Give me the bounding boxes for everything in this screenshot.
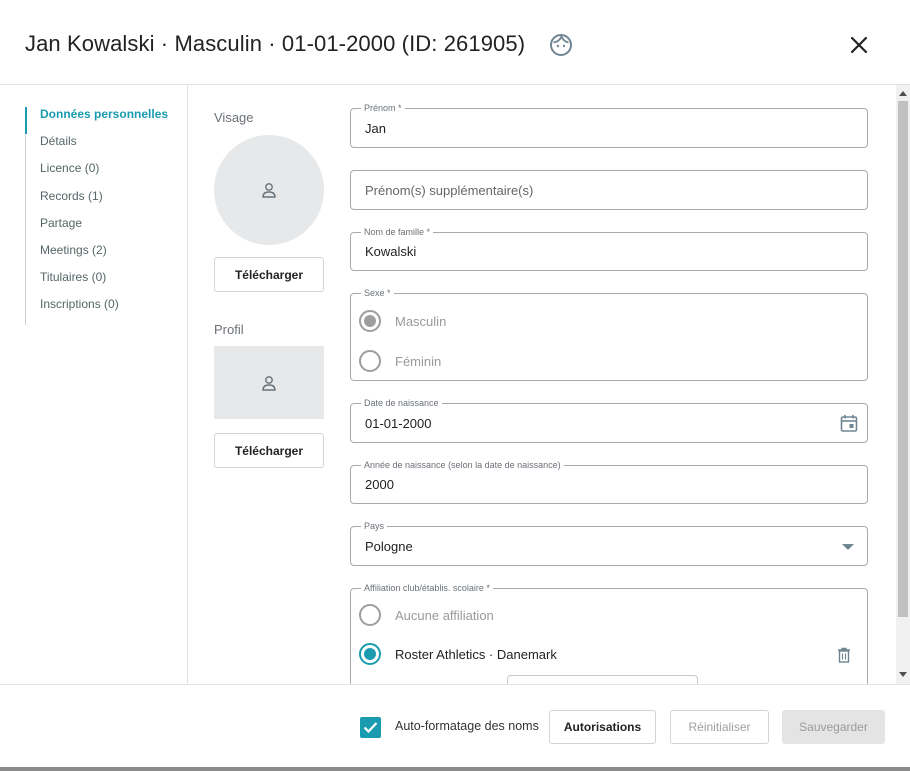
birth-date-value: 01-01-2000 <box>365 416 432 431</box>
nav-item-meetings[interactable]: Meetings (2) <box>26 243 168 270</box>
window-bottom-edge <box>0 767 910 771</box>
section-nav: Données personnelles Détails Licence (0)… <box>0 85 188 685</box>
face-photo-placeholder <box>214 135 324 245</box>
nav-item-sharing[interactable]: Partage <box>26 216 168 243</box>
close-icon <box>850 36 868 54</box>
checkmark-icon <box>363 722 378 734</box>
radio-female[interactable] <box>359 350 381 372</box>
sex-option-male[interactable]: Masculin <box>359 309 446 333</box>
sex-legend: Sexe * <box>361 288 394 299</box>
profile-label: Profil <box>214 322 244 337</box>
autoformat-checkbox[interactable] <box>360 717 381 738</box>
nav-list: Données personnelles Détails Licence (0)… <box>24 107 168 325</box>
dialog-title: Jan Kowalski · Masculin · 01-01-2000 (ID… <box>25 31 526 56</box>
extra-names-field[interactable]: Prénom(s) supplémentaire(s) <box>350 170 868 210</box>
nav-item-registrations[interactable]: Inscriptions (0) <box>26 297 168 324</box>
person-icon <box>262 183 276 198</box>
affiliation-option-club[interactable]: Roster Athletics · Danemark <box>359 642 557 666</box>
affiliation-option-none[interactable]: Aucune affiliation <box>359 603 494 627</box>
permissions-button[interactable]: Autorisations <box>549 710 656 744</box>
birth-year-value: 2000 <box>365 477 394 492</box>
radio-club-affiliation[interactable] <box>359 643 381 665</box>
birth-year-legend: Année de naissance (selon la date de nai… <box>361 460 564 471</box>
profile-photo-placeholder <box>214 346 324 419</box>
last-name-field[interactable]: Nom de famille * Kowalski <box>350 227 868 271</box>
form-scrollbar[interactable] <box>896 85 910 685</box>
last-name-legend: Nom de famille * <box>361 227 434 238</box>
country-legend: Pays <box>361 521 388 532</box>
affiliation-legend: Affiliation club/établis. scolaire * <box>361 583 493 594</box>
autoformat-label: Auto-formatage des noms <box>395 719 539 733</box>
close-button[interactable] <box>844 30 874 60</box>
first-name-legend: Prénom * <box>361 103 405 114</box>
trash-icon[interactable] <box>837 647 851 663</box>
scroll-down-icon[interactable] <box>899 672 907 677</box>
nav-item-details[interactable]: Détails <box>26 134 168 161</box>
radio-no-affiliation[interactable] <box>359 604 381 626</box>
radio-male[interactable] <box>359 310 381 332</box>
scroll-up-icon[interactable] <box>899 91 907 96</box>
dialog-footer: Auto-formatage des noms Autorisations Ré… <box>0 684 910 768</box>
nav-item-holders[interactable]: Titulaires (0) <box>26 270 168 297</box>
sex-option-female[interactable]: Féminin <box>359 349 441 373</box>
nav-item-records[interactable]: Records (1) <box>26 189 168 216</box>
nav-item-licence[interactable]: Licence (0) <box>26 161 168 188</box>
reset-button[interactable]: Réinitialiser <box>670 710 769 744</box>
sex-field: Sexe * Masculin Féminin <box>350 288 868 381</box>
person-icon <box>262 376 276 391</box>
first-name-value: Jan <box>365 121 386 136</box>
face-icon <box>550 34 572 56</box>
scroll-thumb[interactable] <box>898 101 908 617</box>
upload-face-button[interactable]: Télécharger <box>214 257 324 292</box>
birth-date-legend: Date de naissance <box>361 398 442 409</box>
affiliation-option-club-label: Roster Athletics · Danemark <box>395 646 557 662</box>
face-label: Visage <box>214 110 254 125</box>
nav-item-personal-data[interactable]: Données personnelles <box>24 107 168 135</box>
sex-option-male-label: Masculin <box>395 313 447 329</box>
country-select[interactable]: Pays Pologne <box>350 521 868 566</box>
affiliation-option-none-label: Aucune affiliation <box>395 607 494 623</box>
first-name-field[interactable]: Prénom * Jan <box>350 103 868 148</box>
person-dialog: Jan Kowalski · Masculin · 01-01-2000 (ID… <box>0 0 910 768</box>
birth-year-field[interactable]: Année de naissance (selon la date de nai… <box>350 460 868 504</box>
dialog-header: Jan Kowalski · Masculin · 01-01-2000 (ID… <box>0 0 910 85</box>
dropdown-arrow-icon[interactable] <box>841 542 855 552</box>
calendar-icon[interactable] <box>839 413 859 433</box>
birth-date-field[interactable]: Date de naissance 01-01-2000 <box>350 398 868 443</box>
extra-names-placeholder: Prénom(s) supplémentaire(s) <box>365 183 534 198</box>
upload-profile-button[interactable]: Télécharger <box>214 433 324 468</box>
save-button[interactable]: Sauvegarder <box>782 710 885 744</box>
country-value: Pologne <box>365 539 413 554</box>
last-name-value: Kowalski <box>365 244 417 259</box>
sex-option-female-label: Féminin <box>395 353 442 369</box>
